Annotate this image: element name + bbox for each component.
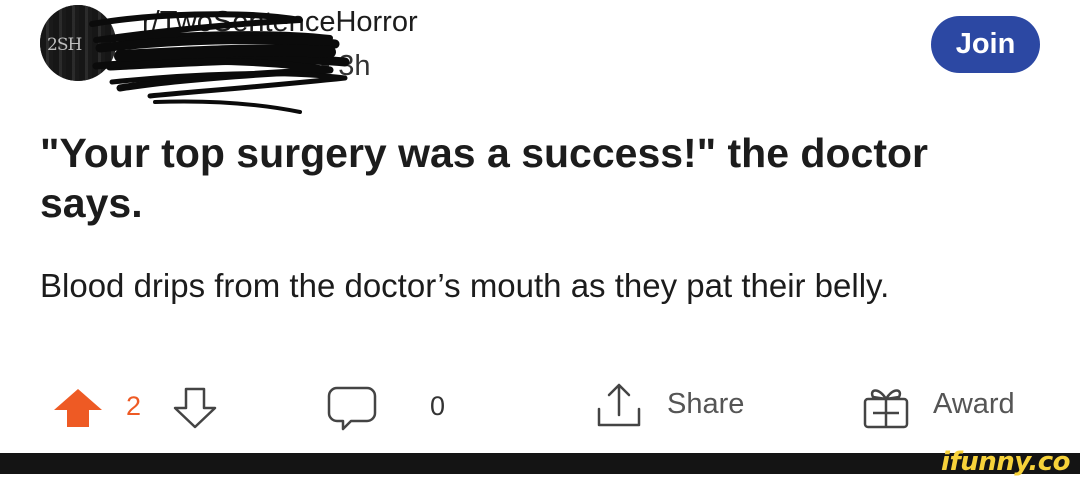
ifunny-watermark: ifunny.co [941,447,1070,477]
share-icon[interactable] [595,381,643,431]
comment-count: 0 [430,391,446,421]
join-button[interactable]: Join [931,16,1040,73]
post-body[interactable]: Blood drips from the doctor’s mouth as t… [40,264,1040,308]
watermark-bar: ifunny.co [0,447,1080,477]
post-title[interactable]: "Your top surgery was a success!" the do… [40,128,1040,228]
share-button[interactable]: Share [667,388,744,421]
award-gift-icon[interactable] [861,381,911,431]
award-button[interactable]: Award [933,388,1015,421]
post-card: 2SH r/TwoSentenceHorror u • 3h Join "You… [0,0,1080,453]
upvote-count: 2 [126,391,142,421]
redaction-scribble [89,11,350,114]
downvote-icon[interactable] [172,387,218,429]
comment-icon[interactable] [327,385,377,431]
upvote-icon[interactable] [52,387,104,429]
action-bar: 2 0 Share Award [0,377,1080,433]
